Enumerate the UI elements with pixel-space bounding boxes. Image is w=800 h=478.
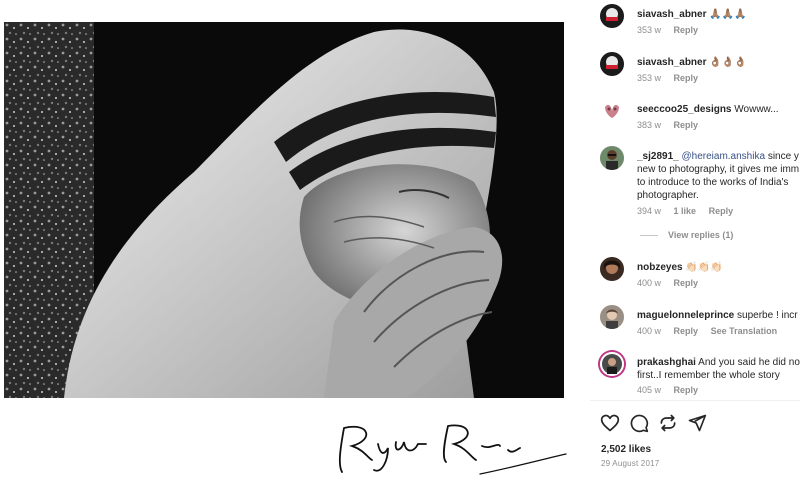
divider-dash (640, 235, 658, 237)
actions-divider (590, 400, 800, 401)
comment-text: 👌🏽👌🏽👌🏽 (709, 57, 747, 68)
comment-username[interactable]: seeccoo25_designs (637, 104, 732, 115)
avatar[interactable] (600, 305, 624, 329)
comment-text: And you said he did no (698, 357, 800, 368)
avatar[interactable] (600, 52, 624, 76)
comment-username[interactable]: maguelonneleprince (637, 310, 734, 321)
reply-button[interactable]: Reply (674, 278, 699, 288)
share-icon[interactable] (658, 413, 678, 433)
likes-count[interactable]: 2,502 likes (601, 444, 651, 455)
comment-text: photographer. (637, 190, 699, 201)
comment-text: 🙏🏽🙏🏽🙏🏽 (709, 9, 747, 20)
view-replies-button[interactable]: View replies (1) (640, 230, 733, 240)
send-icon[interactable] (687, 413, 707, 433)
comment-username[interactable]: siavash_abner (637, 9, 707, 20)
comment-text: Wowww... (734, 104, 779, 115)
post-date: 29 August 2017 (601, 459, 660, 468)
avatar[interactable] (600, 99, 624, 123)
post-media (0, 0, 590, 478)
comment-time[interactable]: 400 w (637, 326, 661, 336)
signature (338, 424, 567, 475)
view-replies-label: View replies (1) (668, 230, 734, 240)
comment-likes[interactable]: 1 like (674, 206, 697, 216)
reply-button[interactable]: Reply (674, 385, 699, 395)
reply-button[interactable]: Reply (674, 25, 699, 35)
comment-username[interactable]: nobzeyes (637, 262, 683, 273)
avatar[interactable] (600, 257, 624, 281)
avatar[interactable] (600, 146, 624, 170)
comment-time[interactable]: 383 w (637, 120, 661, 130)
comment-text: superbe ! incr (737, 310, 798, 321)
comment-username[interactable]: _sj2891_ (637, 151, 679, 162)
comment-time[interactable]: 400 w (637, 278, 661, 288)
see-translation-button[interactable]: See Translation (711, 326, 778, 336)
avatar[interactable] (600, 4, 624, 28)
comments-panel[interactable]: siavash_abner 🙏🏽🙏🏽🙏🏽 353 w Reply siavash… (590, 0, 800, 400)
comment-time[interactable]: 353 w (637, 25, 661, 35)
heart-icon[interactable] (600, 413, 620, 433)
comment-text: first..I remember the whole story (637, 370, 780, 381)
post-photo[interactable] (4, 22, 564, 398)
reply-button[interactable]: Reply (674, 120, 699, 130)
comment-text: since y (767, 151, 799, 162)
comment-icon[interactable] (629, 413, 649, 433)
comment-text: new to photography, it gives me imm (637, 164, 800, 175)
comment-mention[interactable]: @hereiam.anshika (682, 151, 766, 162)
reply-button[interactable]: Reply (674, 73, 699, 83)
comment-text: to introduce to the works of India's (637, 177, 789, 188)
photo-illustration (4, 22, 564, 398)
comment-username[interactable]: siavash_abner (637, 57, 707, 68)
comment-time[interactable]: 394 w (637, 206, 661, 216)
reply-button[interactable]: Reply (674, 326, 699, 336)
avatar-story-ring[interactable] (600, 352, 624, 376)
comment-text: 👏🏻👏🏻👏🏻 (685, 262, 723, 273)
comment-username[interactable]: prakashghai (637, 357, 696, 368)
reply-button[interactable]: Reply (709, 206, 734, 216)
comment-time[interactable]: 353 w (637, 73, 661, 83)
comment-time[interactable]: 405 w (637, 385, 661, 395)
